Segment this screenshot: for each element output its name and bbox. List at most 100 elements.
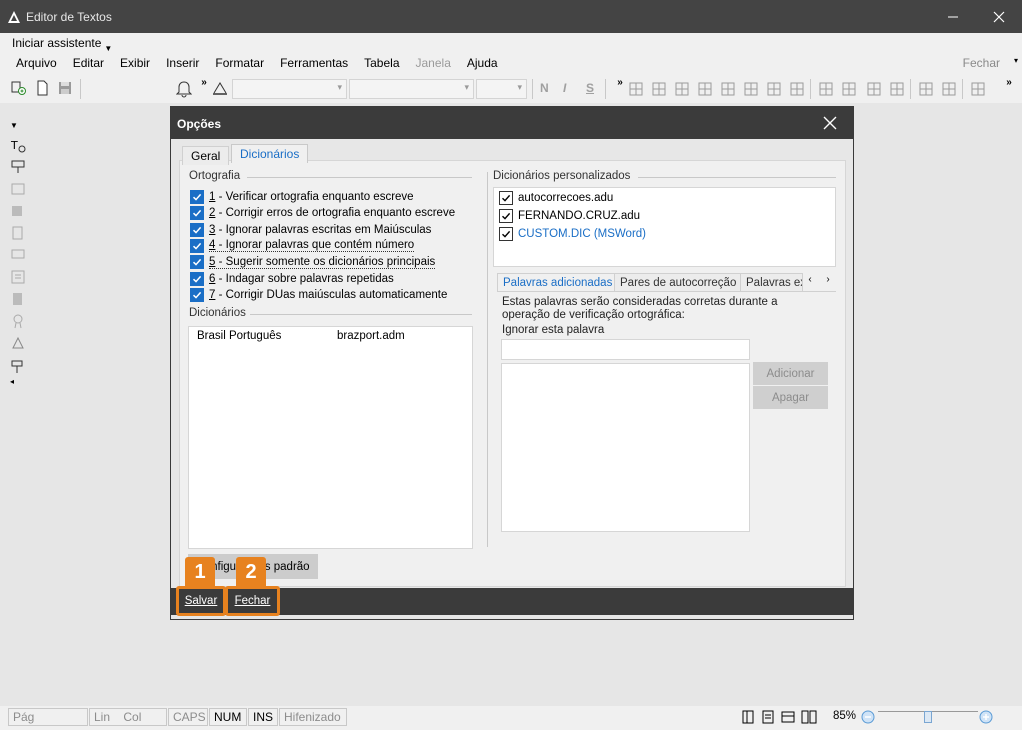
paint-roller-icon[interactable] (10, 359, 26, 375)
zoom-in-icon[interactable] (979, 710, 993, 724)
ortografia-option-6[interactable]: 6 - Indagar sobre palavras repetidas (190, 271, 394, 287)
overflow-icon[interactable]: » (614, 76, 626, 88)
top-close-button[interactable]: Fechar (963, 56, 1000, 70)
ortografia-option-3[interactable]: 3 - Ignorar palavras escritas em Maiúscu… (190, 222, 431, 238)
page-icon[interactable] (10, 291, 26, 307)
table-tool-icon[interactable] (841, 81, 857, 97)
table-tool-icon[interactable] (628, 81, 644, 97)
chevron-left-icon[interactable]: ‹ (803, 274, 817, 285)
ortografia-option-5[interactable]: 5 - Sugerir somente os dicionários princ… (190, 254, 436, 270)
format-paint-icon[interactable] (212, 80, 228, 96)
table-tool-icon[interactable] (720, 81, 736, 97)
menu-arquivo[interactable]: Arquivo (8, 56, 65, 71)
delete-button[interactable]: Apagar (753, 386, 828, 409)
award-icon[interactable] (10, 313, 26, 329)
chevron-right-icon[interactable]: › (821, 274, 835, 285)
web-view-icon[interactable] (781, 710, 795, 724)
add-button[interactable]: Adicionar (753, 362, 828, 385)
table-tool-icon[interactable] (766, 81, 782, 97)
normal-view-icon[interactable] (761, 710, 775, 724)
tab-dicionarios[interactable]: Dicionários (231, 144, 309, 163)
subtab-palavras-excluidas[interactable]: Palavras ex (740, 273, 803, 292)
two-page-view-icon[interactable] (801, 710, 817, 724)
minimize-button[interactable] (930, 0, 976, 33)
menu-formatar[interactable]: Formatar (207, 56, 272, 71)
table-tool-icon[interactable] (789, 81, 805, 97)
font-combo[interactable] (349, 79, 474, 99)
table-tool-icon[interactable] (674, 81, 690, 97)
menu-ajuda[interactable]: Ajuda (459, 56, 506, 71)
table-tool-icon[interactable] (866, 81, 882, 97)
strike-button[interactable]: S (586, 81, 594, 95)
checkbox[interactable] (190, 206, 204, 221)
checkbox[interactable] (190, 238, 204, 253)
ortografia-option-4[interactable]: 4 - Ignorar palavras que contém número (190, 238, 415, 254)
table-tool-icon[interactable] (651, 81, 667, 97)
italic-button[interactable]: I (563, 81, 566, 95)
custom-dict-item[interactable]: CUSTOM.DIC (MSWord) (499, 226, 646, 242)
chevron-down-icon[interactable]: ▼ (10, 121, 26, 137)
bold-button[interactable]: N (540, 81, 549, 95)
dicionarios-list[interactable] (188, 326, 473, 549)
menu-tabela[interactable]: Tabela (356, 56, 407, 71)
comment-icon[interactable] (10, 247, 26, 263)
style-combo[interactable] (232, 79, 347, 99)
save-button[interactable]: Salvar (179, 588, 223, 613)
subtab-pares-autocorrecao[interactable]: Pares de autocorreção (614, 273, 743, 292)
status-hyphenate: Hifenizado (279, 708, 347, 726)
font-size-combo[interactable] (476, 79, 527, 99)
menu-exibir[interactable]: Exibir (112, 56, 158, 71)
menu-editar[interactable]: Editar (65, 56, 112, 71)
toolbar: » N I S » » (0, 76, 1022, 102)
menu-janela[interactable]: Janela (408, 56, 459, 71)
added-words-list[interactable] (501, 363, 750, 532)
table-tool-icon[interactable] (941, 81, 957, 97)
zoom-slider-thumb[interactable] (924, 711, 932, 723)
table-tool-icon[interactable] (743, 81, 759, 97)
table-insert-icon[interactable] (10, 159, 26, 175)
table-tool-icon[interactable] (889, 81, 905, 97)
chevron-left-icon[interactable]: ◂ (10, 377, 26, 393)
assistant-dropdown[interactable]: Iniciar assistente ▼ (12, 36, 112, 53)
page-view-icon[interactable] (741, 710, 755, 724)
zoom-out-icon[interactable] (861, 710, 875, 724)
overflow-icon[interactable]: » (198, 76, 210, 88)
frame-icon[interactable] (10, 181, 26, 197)
table-tool-icon[interactable] (970, 81, 986, 97)
table-tool-icon[interactable] (697, 81, 713, 97)
close-button[interactable]: Fechar (228, 588, 277, 613)
layers-icon[interactable] (10, 203, 26, 219)
close-window-button[interactable] (976, 0, 1022, 33)
subtab-palavras-adicionadas[interactable]: Palavras adicionadas (497, 273, 619, 292)
personalizados-label: Dicionários personalizados (493, 170, 631, 182)
menu-inserir[interactable]: Inserir (158, 56, 207, 71)
stack-icon[interactable] (10, 225, 26, 241)
checkbox[interactable] (190, 287, 204, 302)
checkbox[interactable] (190, 190, 204, 204)
blank-page-icon[interactable] (33, 79, 51, 97)
checkbox[interactable] (499, 191, 513, 205)
custom-dict-item[interactable]: autocorrecoes.adu (499, 190, 613, 206)
ortografia-option-7[interactable]: 7 - Corrigir DUas maiúsculas automaticam… (190, 287, 447, 303)
text-cursor-icon[interactable]: T (10, 137, 26, 153)
ignore-word-input[interactable] (501, 339, 750, 360)
ortografia-option-2[interactable]: 2 - Corrigir erros de ortografia enquant… (190, 205, 455, 221)
menu-ferramentas[interactable]: Ferramentas (272, 56, 356, 71)
save-icon[interactable] (56, 79, 74, 97)
ortografia-option-1[interactable]: 1 - Verificar ortografia enquanto escrev… (190, 189, 414, 205)
bell-icon[interactable] (174, 78, 194, 100)
checkbox[interactable] (499, 209, 513, 223)
list-icon[interactable] (10, 269, 26, 285)
table-tool-icon[interactable] (818, 81, 834, 97)
custom-dict-item[interactable]: FERNANDO.CRUZ.adu (499, 208, 640, 224)
close-icon[interactable] (823, 116, 837, 130)
new-document-icon[interactable] (10, 79, 28, 97)
checkbox[interactable] (190, 271, 204, 286)
checkbox[interactable] (499, 227, 513, 241)
toolbar-scroll[interactable]: ▾ (1006, 56, 1022, 106)
table-tool-icon[interactable] (918, 81, 934, 97)
checkbox[interactable] (190, 255, 204, 270)
checkbox[interactable] (190, 222, 204, 237)
brush-icon[interactable] (10, 335, 26, 351)
tab-geral[interactable]: Geral (182, 146, 230, 165)
